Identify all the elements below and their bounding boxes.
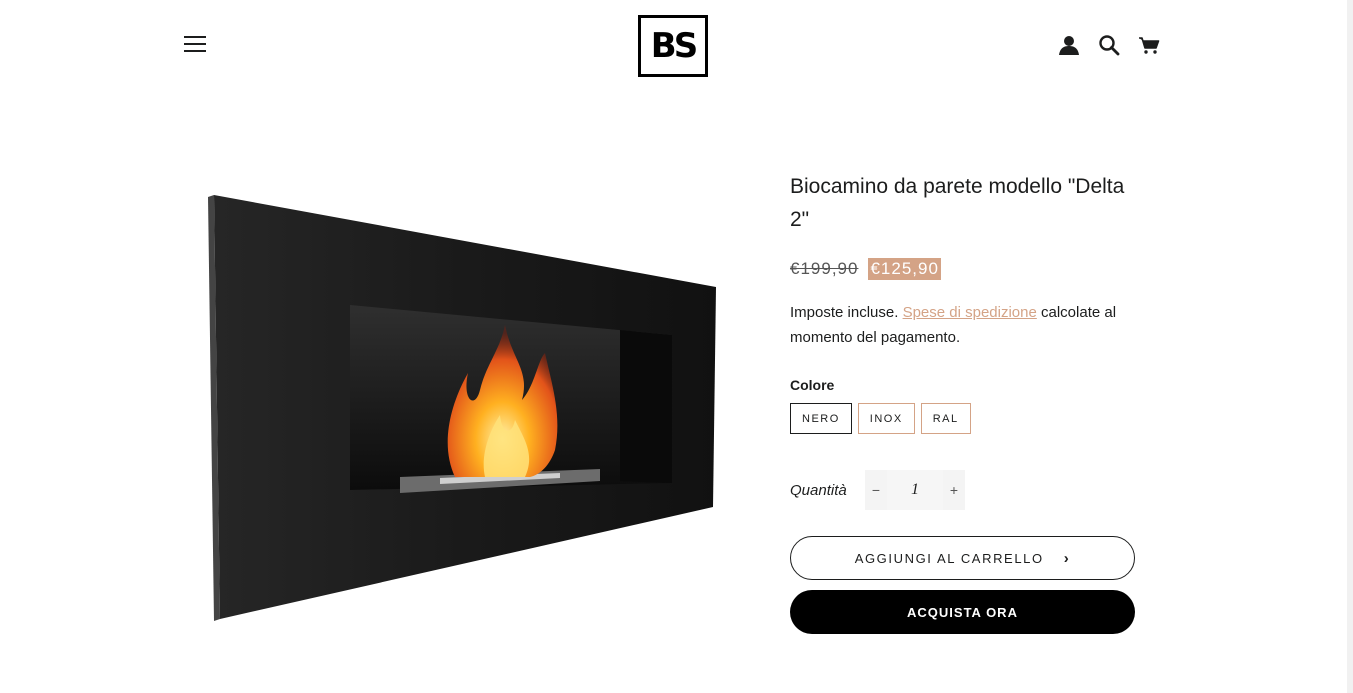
shipping-link[interactable]: Spese di spedizione: [903, 304, 1037, 321]
buy-now-button[interactable]: ACQUISTA ORA: [790, 590, 1135, 634]
menu-icon[interactable]: [184, 36, 206, 54]
quantity-minus-button[interactable]: −: [865, 470, 887, 510]
scrollbar[interactable]: [1347, 0, 1353, 693]
color-option-inox[interactable]: INOX: [857, 403, 915, 434]
sale-price: €125,90: [868, 258, 941, 280]
color-label: Colore: [790, 377, 835, 393]
quantity-plus-button[interactable]: +: [943, 470, 965, 510]
product-image[interactable]: [200, 185, 725, 630]
compare-price: €199,90: [790, 259, 859, 278]
color-option-nero[interactable]: NERO: [790, 403, 852, 434]
quantity-input[interactable]: [887, 470, 943, 510]
tax-note: Imposte incluse. Spese di spedizione cal…: [790, 300, 1140, 350]
color-option-ral[interactable]: RAL: [920, 403, 971, 434]
logo-text: BS: [650, 26, 698, 66]
account-icon[interactable]: [1058, 34, 1080, 56]
tax-prefix: Imposte incluse.: [790, 304, 899, 321]
cart-icon[interactable]: [1138, 34, 1160, 56]
product-title: Biocamino da parete modello "Delta 2": [790, 175, 1125, 231]
add-to-cart-button[interactable]: AGGIUNGI AL CARRELLO ›: [790, 536, 1135, 580]
chevron-right-icon: ›: [1063, 549, 1071, 567]
search-icon[interactable]: [1098, 34, 1120, 56]
price-row: €199,90 €125,90: [790, 258, 1140, 280]
color-swatches: NERO INOX RAL: [790, 403, 1140, 434]
quantity-label: Quantità: [790, 481, 847, 499]
site-logo[interactable]: BS: [638, 15, 708, 77]
add-to-cart-label: AGGIUNGI AL CARRELLO: [854, 550, 1044, 566]
header-icons: [1058, 34, 1160, 56]
quantity-row: Quantità − +: [790, 470, 1140, 510]
quantity-stepper: − +: [865, 470, 965, 510]
product-info: Biocamino da parete modello "Delta 2" €1…: [790, 170, 1140, 634]
